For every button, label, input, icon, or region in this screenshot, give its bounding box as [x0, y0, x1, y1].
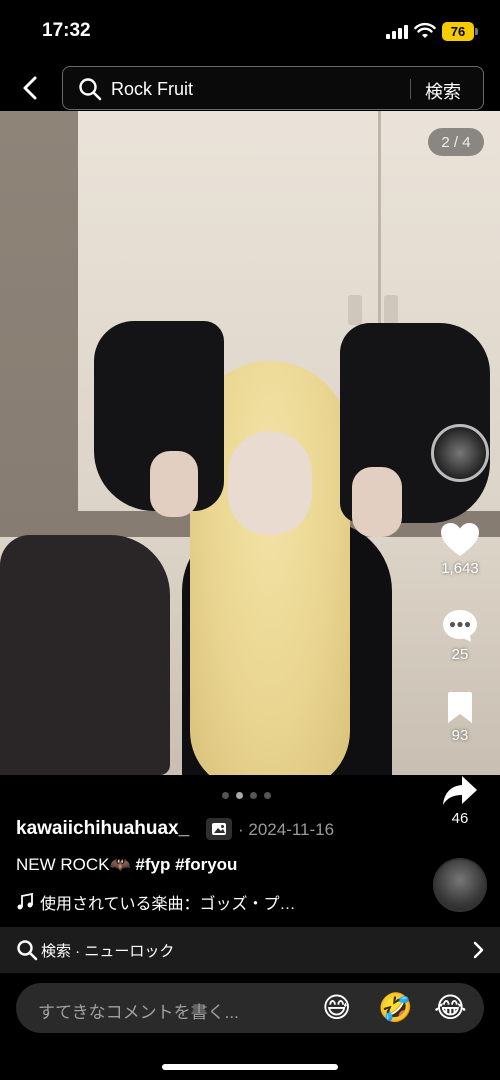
wifi-icon — [414, 22, 436, 38]
status-bar: 17:32 76 — [0, 0, 500, 62]
author-name[interactable]: kawaiichihuahuax_ — [16, 818, 189, 840]
share-icon — [443, 776, 477, 805]
comment-button[interactable]: 25 — [430, 608, 490, 663]
search-input[interactable]: Rock Fruit — [111, 79, 193, 100]
like-count: 1,643 — [441, 560, 479, 577]
photo-post-badge — [206, 818, 232, 840]
chevron-right-icon — [473, 941, 484, 959]
photo-jacket — [0, 535, 170, 775]
comment-input[interactable]: すてきなコメントを書く... 😅 🤣 😂 — [16, 983, 484, 1033]
music-title: 使用されている楽曲：ゴッズ・プ… — [40, 896, 296, 913]
battery-nub — [475, 28, 478, 35]
related-search-label: 検索 · ニューロック — [41, 943, 175, 960]
share-count: 46 — [451, 810, 469, 827]
related-search-bar[interactable]: 検索 · ニューロック — [0, 927, 500, 973]
share-button[interactable]: 46 — [430, 774, 490, 827]
search-bar[interactable]: Rock Fruit 検索 — [62, 66, 484, 110]
back-icon — [23, 76, 37, 100]
caption-text: NEW ROCK🦇 — [16, 855, 131, 874]
back-button[interactable] — [14, 70, 46, 106]
save-button[interactable]: 93 — [430, 691, 490, 744]
sound-author-avatar[interactable] — [433, 858, 487, 912]
save-count: 93 — [451, 727, 469, 744]
search-submit-button[interactable]: 検索 — [425, 78, 461, 104]
post-caption: NEW ROCK🦇 #fyp #foryou — [16, 855, 237, 875]
carousel-dot — [250, 792, 257, 799]
search-divider — [410, 79, 411, 99]
photo-icon — [212, 823, 226, 835]
photo-hand-left — [150, 451, 198, 517]
comment-bar: すてきなコメントを書く... 😅 🤣 😂 — [0, 975, 500, 1080]
carousel-dot — [222, 792, 229, 799]
photo-closet-handle — [384, 295, 398, 325]
emoji-sweat-smile[interactable]: 😅 — [322, 991, 351, 1024]
comment-placeholder: すてきなコメントを書く... — [38, 1003, 239, 1022]
comment-icon — [443, 610, 477, 642]
search-icon — [79, 78, 102, 101]
carousel-dot-active — [236, 792, 243, 799]
photo-closet-handle — [348, 295, 362, 325]
photo-person-face — [228, 431, 312, 535]
post-date: · 2024-11-16 — [238, 820, 335, 839]
caption-hashtags[interactable]: #fyp #foryou — [135, 855, 237, 874]
photo-hand-right — [352, 467, 402, 537]
emoji-joy[interactable]: 😂 — [434, 991, 467, 1024]
search-icon — [17, 940, 38, 961]
music-disc-avatar[interactable] — [431, 424, 489, 482]
status-time: 17:32 — [42, 20, 91, 41]
music-info[interactable]: 使用されている楽曲：ゴッズ・プ… — [16, 890, 296, 914]
post-photo[interactable]: 2 / 4 — [0, 111, 500, 775]
battery-indicator: 76 — [442, 22, 474, 41]
emoji-rofl[interactable]: 🤣 — [378, 991, 413, 1024]
music-note-icon — [17, 893, 33, 910]
home-indicator — [162, 1064, 338, 1070]
bookmark-icon — [448, 692, 472, 723]
carousel-dots — [222, 792, 271, 799]
carousel-dot — [264, 792, 271, 799]
signal-icon — [386, 25, 408, 39]
heart-icon — [441, 523, 479, 556]
page-indicator: 2 / 4 — [428, 128, 484, 156]
comment-count: 25 — [451, 646, 469, 663]
like-button[interactable]: 1,643 — [430, 522, 490, 577]
